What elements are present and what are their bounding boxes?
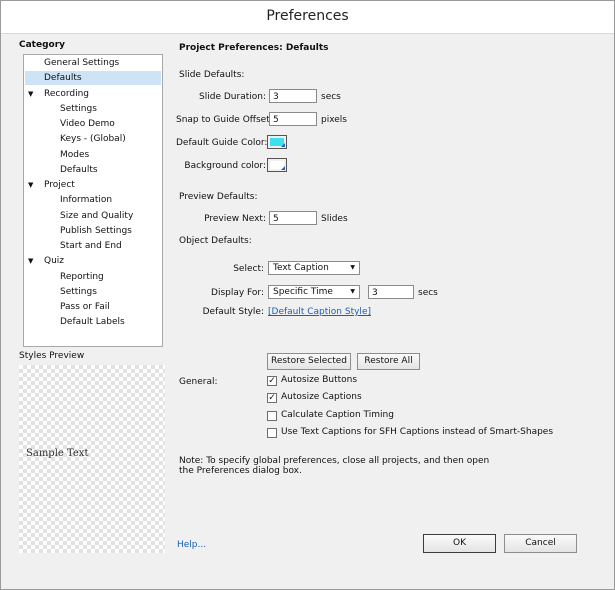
dropdown-corner-icon	[281, 166, 285, 170]
tree-item[interactable]: Start and End	[25, 239, 161, 253]
restore-selected-button[interactable]: Restore Selected	[267, 353, 351, 370]
tree-item-label: Modes	[60, 149, 90, 160]
expand-arrow-icon[interactable]: ▼	[28, 178, 33, 192]
snap-offset-label: Snap to Guide Offset:	[176, 115, 273, 125]
checkbox-label: Autosize Captions	[281, 392, 362, 402]
tree-item-label: Defaults	[60, 164, 98, 175]
tree-item-label: Recording	[44, 88, 90, 99]
restore-all-button[interactable]: Restore All	[357, 353, 420, 370]
background-color-label: Background color:	[184, 161, 266, 171]
tree-item[interactable]: Settings	[25, 285, 161, 299]
preview-next-unit: Slides	[321, 214, 348, 224]
chevron-down-icon: ▼	[350, 264, 355, 271]
tree-item[interactable]: Defaults	[25, 71, 161, 86]
tree-item[interactable]: Defaults	[25, 163, 161, 177]
tree-item[interactable]: Video Demo	[25, 117, 161, 131]
chevron-down-icon: ▼	[350, 288, 355, 295]
guide-color-label: Default Guide Color:	[176, 138, 268, 148]
tree-item[interactable]: General Settings	[25, 56, 161, 70]
panel-heading: Project Preferences: Defaults	[179, 43, 329, 53]
snap-offset-input[interactable]: 5	[269, 112, 317, 126]
tree-item-label: Project	[44, 180, 75, 190]
title-bar: Preferences	[1, 1, 614, 34]
tree-item-label: Start and End	[60, 241, 122, 251]
display-for-value: Specific Time	[273, 287, 333, 297]
checkbox[interactable]: ✓	[267, 376, 277, 386]
background-color-swatch[interactable]	[267, 158, 287, 172]
tree-item-label: Pass or Fail	[60, 302, 110, 312]
slide-duration-label: Slide Duration:	[199, 92, 266, 102]
cancel-button[interactable]: Cancel	[504, 534, 577, 553]
tree-item[interactable]: Information	[25, 193, 161, 207]
object-select-label: Select:	[233, 264, 264, 274]
tree-item[interactable]: Settings	[25, 102, 161, 116]
tree-item[interactable]: Pass or Fail	[25, 300, 161, 314]
default-style-label: Default Style:	[202, 307, 264, 317]
expand-arrow-icon[interactable]: ▼	[28, 254, 33, 268]
tree-item-label: Size and Quality	[60, 210, 134, 221]
tree-item[interactable]: Size and Quality	[25, 209, 161, 223]
help-link[interactable]: Help...	[177, 540, 206, 550]
display-secs-unit: secs	[418, 288, 438, 298]
tree-item-label: Settings	[60, 286, 97, 297]
display-for-dropdown[interactable]: Specific Time ▼	[268, 285, 360, 299]
tree-item-label: Settings	[60, 103, 97, 114]
tree-item-label: Quiz	[44, 256, 65, 267]
display-secs-input[interactable]: 3	[368, 285, 414, 299]
ok-button[interactable]: OK	[423, 534, 496, 553]
dialog-title: Preferences	[266, 8, 349, 24]
expand-arrow-icon[interactable]: ▼	[28, 87, 33, 101]
tree-item[interactable]: Keys - (Global)	[25, 132, 161, 146]
tree-item[interactable]: Reporting	[25, 270, 161, 284]
dropdown-corner-icon	[281, 143, 285, 147]
preferences-dialog: Preferences Category General Settings Def…	[0, 0, 615, 590]
tree-item[interactable]: ▼ Project	[25, 178, 161, 192]
slide-defaults-label: Slide Defaults:	[179, 70, 245, 80]
checkbox-label: Calculate Caption Timing	[281, 410, 394, 420]
tree-item-label: Default Labels	[60, 317, 125, 328]
tree-item-label: General Settings	[44, 58, 120, 68]
tree-item-label: Reporting	[60, 271, 104, 282]
tree-item[interactable]: Default Labels	[25, 315, 161, 329]
display-for-label: Display For:	[211, 288, 264, 298]
note-line-1: Note: To specify global preferences, clo…	[179, 456, 490, 466]
snap-offset-unit: pixels	[321, 115, 347, 125]
slide-duration-unit: secs	[321, 92, 341, 102]
checkbox[interactable]	[267, 411, 277, 421]
object-select-value: Text Caption	[273, 263, 329, 273]
tree-item[interactable]: Modes	[25, 148, 161, 162]
guide-color-swatch[interactable]	[267, 135, 287, 149]
tree-item-label: Publish Settings	[60, 225, 132, 236]
styles-preview: Sample Text	[19, 365, 165, 553]
checkbox[interactable]: ✓	[267, 393, 277, 403]
tree-item-label: Keys - (Global)	[60, 134, 126, 145]
preview-defaults-label: Preview Defaults:	[179, 192, 258, 202]
preview-next-input[interactable]: 5	[269, 211, 317, 225]
object-defaults-label: Object Defaults:	[179, 236, 252, 246]
tree-item[interactable]: Publish Settings	[25, 224, 161, 238]
sample-text: Sample Text	[26, 448, 89, 459]
preview-next-label: Preview Next:	[204, 214, 266, 224]
styles-preview-label: Styles Preview	[19, 351, 85, 361]
note-line-2: the Preferences dialog box.	[179, 466, 302, 476]
category-label: Category	[19, 40, 66, 50]
tree-item[interactable]: ▼ Recording	[25, 87, 161, 101]
tree-item-label: Defaults	[44, 73, 82, 84]
checkbox-label: Use Text Captions for SFH Captions inste…	[281, 427, 554, 437]
checkbox[interactable]	[267, 428, 277, 438]
general-label: General:	[179, 377, 218, 387]
default-style-link[interactable]: [Default Caption Style]	[268, 307, 371, 317]
checkbox-label: Autosize Buttons	[281, 375, 358, 385]
tree-item-label: Information	[60, 195, 113, 206]
slide-duration-input[interactable]: 3	[269, 89, 317, 103]
object-select-dropdown[interactable]: Text Caption ▼	[268, 261, 360, 275]
tree-item[interactable]: ▼ Quiz	[25, 254, 161, 268]
tree-item-label: Video Demo	[60, 119, 115, 129]
category-tree[interactable]: General Settings Defaults ▼ Recording Settin…	[23, 54, 163, 347]
